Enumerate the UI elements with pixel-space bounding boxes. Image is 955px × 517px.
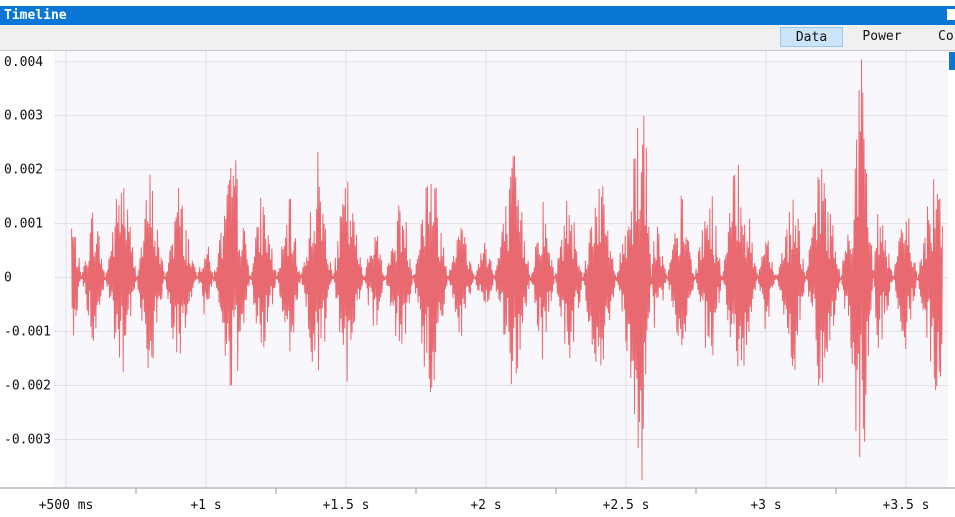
x-tick-label: +1 s [190,498,221,513]
y-tick-label: -0.002 [4,378,51,393]
title-bar-control[interactable] [947,9,955,20]
tab-co[interactable]: Co [934,27,955,47]
x-tick-label: +2.5 s [603,498,650,513]
title-bar: Timeline [0,6,955,25]
x-tick-label: +2 s [470,498,501,513]
tab-bar: Data Power Co [0,25,955,51]
timeline-chart[interactable]: 0.0040.0030.0020.0010-0.001-0.002-0.003 … [0,51,955,517]
y-tick-label: 0.001 [4,217,43,232]
x-tick-label: +500 ms [39,498,94,513]
y-tick-label: 0.004 [4,55,43,70]
scroll-indicator[interactable] [949,52,955,70]
y-tick-label: 0.002 [4,163,43,178]
y-tick-label: 0 [4,271,12,286]
y-tick-label: -0.003 [4,432,51,447]
window-title: Timeline [4,8,67,23]
tab-data[interactable]: Data [780,27,843,47]
x-tick-label: +1.5 s [323,498,370,513]
tab-power[interactable]: Power [852,27,912,47]
x-tick-label: +3.5 s [883,498,930,513]
timeline-plot[interactable]: 0.004 0.003 0.002 0.001 0 -0.001 -0.002 -0.003 … [0,51,955,517]
x-tick-label: +3 s [750,498,781,513]
y-tick-label: -0.001 [4,325,51,340]
y-tick-label: 0.003 [4,109,43,124]
